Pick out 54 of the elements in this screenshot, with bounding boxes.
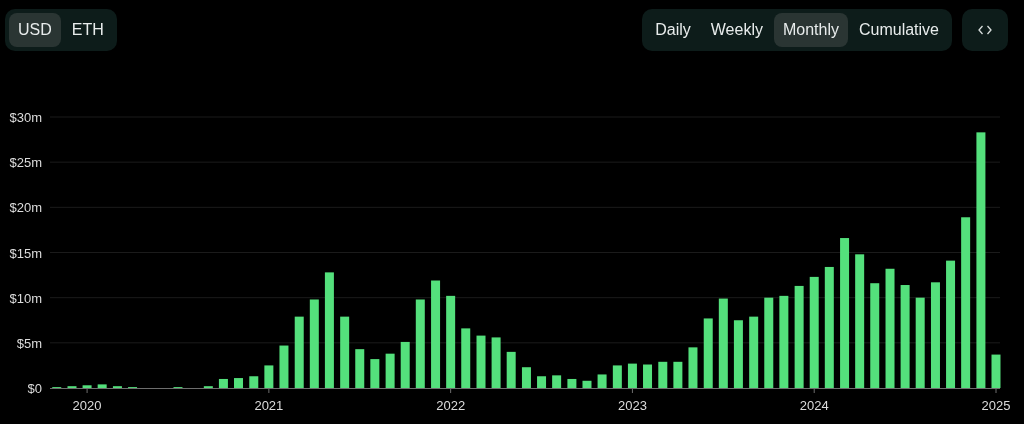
y-axis-label: $20m [9,200,42,216]
y-axis-label: $30m [9,110,42,125]
bar [733,320,743,388]
bar [991,354,1001,388]
bar [658,361,668,388]
bar [749,316,759,388]
bar [355,349,365,388]
y-axis-label: $25m [9,155,42,171]
bar [597,374,607,388]
x-axis-label: 2023 [617,398,647,413]
bar [218,378,228,388]
bar [234,378,243,388]
bar [627,363,637,388]
currency-tab[interactable]: USD [9,13,61,47]
bar [688,347,698,388]
bar [506,351,516,388]
embed-button[interactable] [962,9,1008,51]
bar [567,378,577,388]
bar [97,384,107,388]
bar [491,337,501,388]
bar [537,376,547,388]
bar [385,353,395,388]
bar [249,376,259,388]
bar [461,328,471,388]
bar [400,341,410,388]
bar [476,335,486,388]
period-tab[interactable]: Daily [646,13,700,47]
bar [82,385,92,388]
period-tab[interactable]: Weekly [701,13,772,47]
bar [294,316,304,388]
bar [703,318,713,388]
period-tab[interactable]: Cumulative [849,13,948,47]
y-axis-label: $15m [9,245,42,261]
bar [521,367,531,388]
x-axis-label: 2020 [72,398,102,413]
period-tab[interactable]: Monthly [773,13,848,47]
code-icon [978,25,992,35]
y-axis-label: $5m [16,335,42,351]
bar [370,359,380,388]
bar [582,380,592,388]
bar [552,375,562,388]
bar [279,345,289,388]
bar [643,364,652,388]
bar [264,365,274,388]
currency-tab[interactable]: ETH [62,13,113,47]
bar [340,316,350,388]
y-axis-label: $0 [27,381,42,396]
x-axis-label: 2025 [981,398,1011,413]
bar [673,361,683,388]
x-axis-label: 2024 [799,398,829,413]
y-axis-label: $10m [9,290,42,306]
x-axis-label: 2022 [436,398,466,413]
bar [612,365,622,388]
x-axis-label: 2021 [254,398,284,413]
